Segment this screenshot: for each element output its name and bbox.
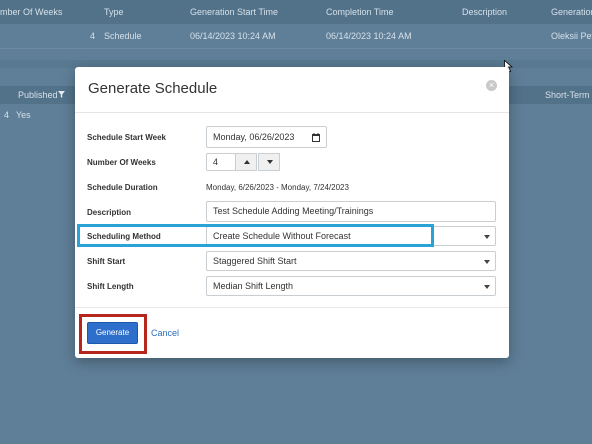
generate-button[interactable]: Generate [87, 322, 138, 344]
shift-length-value: Median Shift Length [213, 281, 294, 291]
cell-user: Oleksii Petr [551, 31, 592, 41]
start-week-value: Monday, 06/26/2023 [213, 132, 295, 142]
shift-length-select[interactable]: Median Shift Length [206, 276, 496, 296]
num-weeks-input[interactable]: 4 [206, 153, 236, 171]
decrement-button[interactable] [258, 153, 280, 171]
cell-start: 06/14/2023 10:24 AM [190, 31, 276, 41]
filter-icon[interactable] [58, 91, 65, 98]
description-input[interactable]: Test Schedule Adding Meeting/Trainings [206, 201, 496, 222]
table-row[interactable]: 4 Schedule 06/14/2023 10:24 AM 06/14/202… [0, 24, 592, 49]
cell-weeks: 4 [90, 31, 96, 41]
start-week-label: Schedule Start Week [87, 133, 166, 142]
chevron-down-icon [484, 260, 490, 264]
dialog-footer-divider [75, 307, 509, 308]
col-generation-start-time[interactable]: Generation Start Time [190, 7, 278, 17]
arrow-up-icon [244, 160, 250, 164]
cancel-button[interactable]: Cancel [151, 328, 179, 338]
background-grid-header: mber Of Weeks Type Generation Start Time… [0, 0, 592, 24]
scheduling-method-highlight [77, 224, 434, 247]
close-icon[interactable]: × [486, 80, 497, 91]
cell-num: 4 [4, 110, 10, 120]
cell-type: Schedule [104, 31, 142, 41]
description-value: Test Schedule Adding Meeting/Trainings [213, 206, 374, 216]
col-published[interactable]: Published [18, 90, 58, 100]
col-number-of-weeks[interactable]: mber Of Weeks [0, 7, 62, 17]
num-weeks-label: Number Of Weeks [87, 158, 156, 167]
dialog-title: Generate Schedule [88, 80, 218, 97]
chevron-down-icon [484, 285, 490, 289]
dialog-header: Generate Schedule × [75, 67, 509, 113]
cell-published: Yes [16, 110, 31, 120]
start-week-date-picker[interactable]: Monday, 06/26/2023 [206, 126, 327, 148]
shift-start-label: Shift Start [87, 257, 126, 266]
duration-value: Monday, 6/26/2023 - Monday, 7/24/2023 [206, 183, 349, 192]
col-completion-time[interactable]: Completion Time [326, 7, 394, 17]
cell-completion: 06/14/2023 10:24 AM [326, 31, 412, 41]
col-description[interactable]: Description [462, 7, 507, 17]
increment-button[interactable] [235, 153, 257, 171]
shift-start-value: Staggered Shift Start [213, 256, 297, 266]
calendar-icon[interactable] [312, 133, 320, 142]
num-weeks-value: 4 [213, 157, 219, 167]
duration-label: Schedule Duration [87, 183, 158, 192]
shift-start-select[interactable]: Staggered Shift Start [206, 251, 496, 271]
col-type[interactable]: Type [104, 7, 124, 17]
col-generation-user[interactable]: Generation [551, 7, 592, 17]
chevron-down-icon [484, 235, 490, 239]
col-short-term[interactable]: Short-Term F [545, 90, 592, 100]
arrow-down-icon [267, 160, 273, 164]
description-label: Description [87, 208, 132, 217]
shift-length-label: Shift Length [87, 282, 134, 291]
